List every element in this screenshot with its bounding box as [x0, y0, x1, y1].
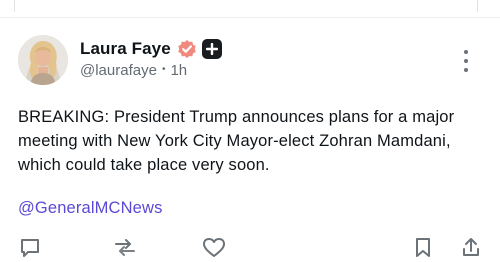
author-handle[interactable]: @laurafaye: [80, 62, 157, 79]
avatar[interactable]: [18, 35, 68, 85]
post-body: BREAKING: President Trump announces plan…: [18, 108, 455, 174]
bookmark-button[interactable]: [413, 237, 437, 257]
reply-button[interactable]: [20, 237, 44, 257]
more-options-button[interactable]: [456, 50, 476, 72]
post-timestamp[interactable]: 1h: [170, 62, 187, 79]
avatar-image: [18, 35, 68, 85]
more-dot: [464, 59, 468, 63]
reply-icon: [21, 239, 39, 257]
author-row: Laura Faye: [80, 38, 222, 60]
author-meta: @laurafaye • 1h: [80, 62, 222, 79]
previous-action-stub: [477, 0, 478, 12]
more-dot: [464, 50, 468, 54]
plus-badge-icon: [201, 39, 222, 59]
share-button[interactable]: [461, 237, 485, 257]
action-bar: [0, 237, 500, 257]
like-button[interactable]: [202, 237, 226, 257]
post-card[interactable]: Laura Faye @laurafaye • 1h BREAKING: Pre…: [0, 18, 500, 257]
mention-link[interactable]: @GeneralMCNews: [18, 196, 162, 220]
repost-button[interactable]: [113, 237, 137, 257]
previous-action-stub: [14, 0, 15, 12]
like-icon: [203, 238, 225, 257]
author-name[interactable]: Laura Faye: [80, 39, 171, 59]
verified-badge-icon: [177, 39, 197, 59]
bookmark-icon: [416, 238, 430, 257]
share-icon: [463, 238, 479, 256]
meta-separator: •: [161, 64, 166, 75]
repost-icon: [115, 239, 135, 256]
more-dot: [464, 68, 468, 72]
post-header: Laura Faye @laurafaye • 1h: [80, 38, 222, 86]
previous-post-stub: [0, 0, 500, 17]
